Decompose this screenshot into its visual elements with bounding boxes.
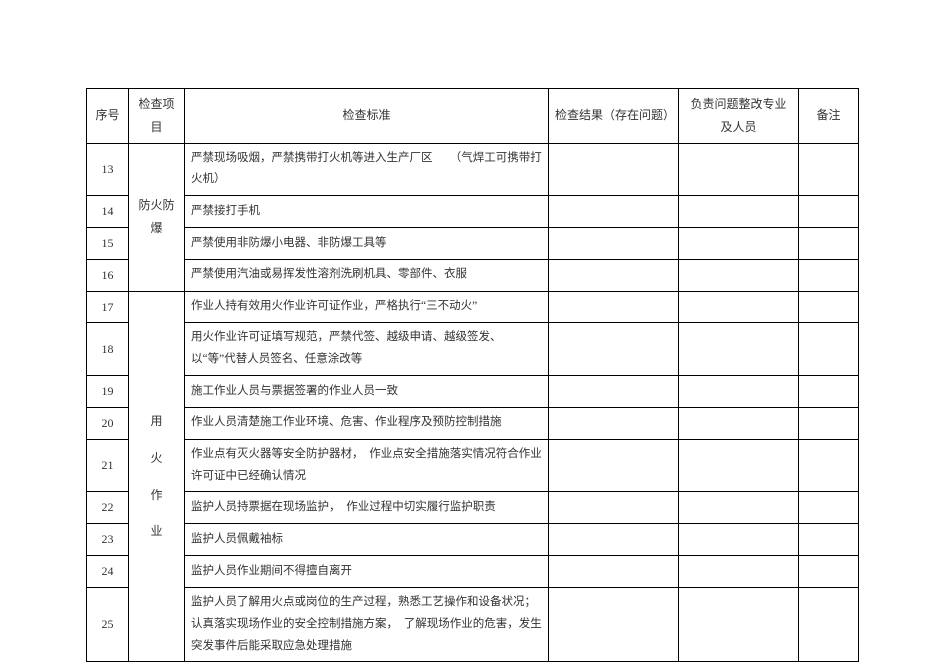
table-row: 24 监护人员作业期间不得擅自离开 [87,556,859,588]
cell-item-group: 防火防爆 [129,143,185,291]
group-label-char: 用 [150,410,162,433]
cell-result [549,524,679,556]
cell-responsible [679,259,799,291]
cell-result [549,228,679,260]
cell-standard: 监护人员佩戴袖标 [185,524,549,556]
cell-seq: 25 [87,587,129,662]
table-row: 15 严禁使用非防爆小电器、非防爆工具等 [87,228,859,260]
cell-seq: 13 [87,143,129,196]
cell-result [549,143,679,196]
cell-standard: 监护人员作业期间不得擅自离开 [185,556,549,588]
table-row: 19 施工作业人员与票据签署的作业人员一致 [87,376,859,408]
cell-responsible [679,228,799,260]
header-item: 检查项目 [129,89,185,144]
cell-seq: 15 [87,228,129,260]
group-label-char: 作 [150,484,162,507]
cell-responsible [679,376,799,408]
cell-result [549,196,679,228]
cell-seq: 23 [87,524,129,556]
inspection-table: 序号检查项目检查标准检查结果（存在问题）负责问题整改专业及人员备注13防火防爆严… [86,88,859,662]
table-row: 23 监护人员佩戴袖标 [87,524,859,556]
table-row: 14 严禁接打手机 [87,196,859,228]
cell-responsible [679,587,799,662]
cell-standard: 作业人持有效用火作业许可证作业，严格执行“三不动火” [185,291,549,323]
cell-seq: 20 [87,407,129,439]
cell-standard: 严禁使用汽油或易挥发性溶剂洗刷机具、零部件、衣服 [185,259,549,291]
cell-responsible [679,407,799,439]
header-remark: 备注 [799,89,859,144]
cell-responsible [679,291,799,323]
cell-responsible [679,439,799,492]
cell-remark [799,524,859,556]
cell-standard: 严禁使用非防爆小电器、非防爆工具等 [185,228,549,260]
header-responsible: 负责问题整改专业及人员 [679,89,799,144]
cell-seq: 21 [87,439,129,492]
group-label-char: 火 [150,447,162,470]
table-row: 25 监护人员了解用火点或岗位的生产过程，熟悉工艺操作和设备状况；认真落实现场作业… [87,587,859,662]
cell-responsible [679,143,799,196]
cell-remark [799,323,859,376]
cell-remark [799,196,859,228]
cell-standard: 施工作业人员与票据签署的作业人员一致 [185,376,549,408]
cell-result [549,439,679,492]
cell-seq: 24 [87,556,129,588]
cell-seq: 22 [87,492,129,524]
table-row: 17用火作业作业人持有效用火作业许可证作业，严格执行“三不动火” [87,291,859,323]
cell-responsible [679,196,799,228]
group-label-char: 业 [150,520,162,543]
cell-remark [799,587,859,662]
cell-result [549,376,679,408]
cell-responsible [679,323,799,376]
cell-remark [799,291,859,323]
cell-responsible [679,492,799,524]
cell-seq: 14 [87,196,129,228]
cell-seq: 17 [87,291,129,323]
table-row: 21 作业点有灭火器等安全防护器材， 作业点安全措施落实情况符合作业许可证中已经确… [87,439,859,492]
cell-remark [799,259,859,291]
cell-responsible [679,524,799,556]
cell-standard: 作业人员清楚施工作业环境、危害、作业程序及预防控制措施 [185,407,549,439]
cell-result [549,323,679,376]
cell-standard: 严禁现场吸烟，严禁携带打火机等进入生产厂区 （气焊工可携带打火机） [185,143,549,196]
table-row: 13防火防爆严禁现场吸烟，严禁携带打火机等进入生产厂区 （气焊工可携带打火机） [87,143,859,196]
cell-result [549,407,679,439]
cell-standard: 严禁接打手机 [185,196,549,228]
cell-standard: 监护人员了解用火点或岗位的生产过程，熟悉工艺操作和设备状况；认真落实现场作业的安… [185,587,549,662]
cell-result [549,556,679,588]
cell-result [549,492,679,524]
cell-result [549,587,679,662]
cell-remark [799,407,859,439]
table-row: 16 严禁使用汽油或易挥发性溶剂洗刷机具、零部件、衣服 [87,259,859,291]
cell-standard: 监护人员持票据在现场监护， 作业过程中切实履行监护职责 [185,492,549,524]
table-row: 20 作业人员清楚施工作业环境、危害、作业程序及预防控制措施 [87,407,859,439]
table-row: 18 用火作业许可证填写规范，严禁代签、越级申请、越级签发、以“等”代替人员签名、… [87,323,859,376]
cell-remark [799,376,859,408]
cell-responsible [679,556,799,588]
header-standard: 检查标准 [185,89,549,144]
cell-remark [799,492,859,524]
cell-remark [799,556,859,588]
cell-standard: 作业点有灭火器等安全防护器材， 作业点安全措施落实情况符合作业许可证中已经确认情… [185,439,549,492]
cell-seq: 16 [87,259,129,291]
cell-standard: 用火作业许可证填写规范，严禁代签、越级申请、越级签发、以“等”代替人员签名、任意… [185,323,549,376]
cell-seq: 19 [87,376,129,408]
cell-item-group: 用火作业 [129,291,185,662]
cell-result [549,291,679,323]
cell-seq: 18 [87,323,129,376]
cell-remark [799,143,859,196]
cell-result [549,259,679,291]
cell-remark [799,439,859,492]
cell-remark [799,228,859,260]
header-result: 检查结果（存在问题） [549,89,679,144]
table-row: 22 监护人员持票据在现场监护， 作业过程中切实履行监护职责 [87,492,859,524]
header-seq: 序号 [87,89,129,144]
